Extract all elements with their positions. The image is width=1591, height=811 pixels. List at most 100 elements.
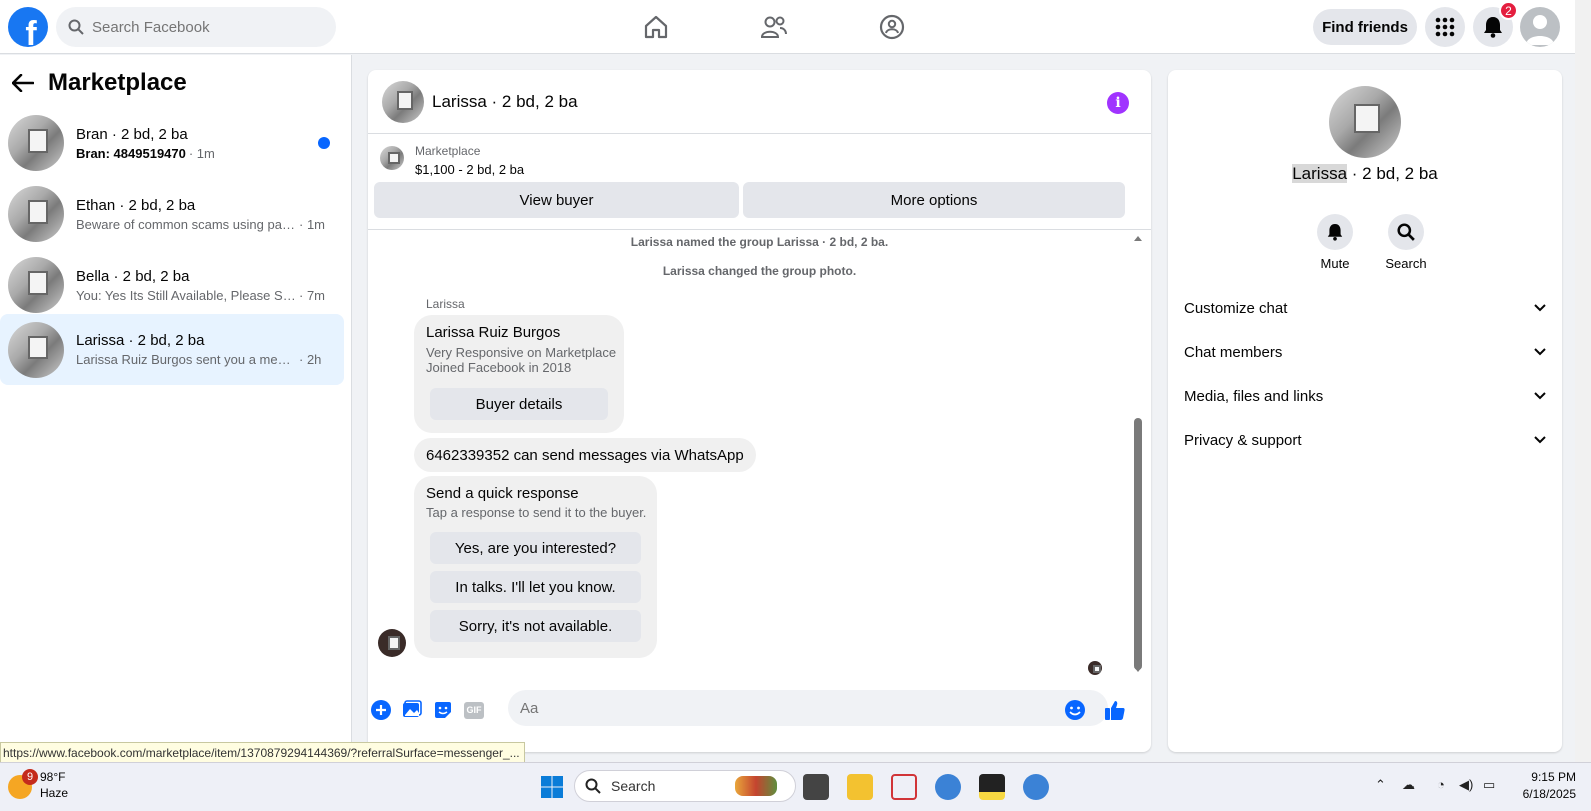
seen-avatar: [1088, 661, 1102, 675]
info-icon[interactable]: i: [1107, 92, 1129, 114]
mute-action[interactable]: Mute: [1305, 214, 1365, 271]
wifi-icon[interactable]: ◔: [1437, 777, 1445, 792]
chevron-down-icon: [1534, 436, 1546, 444]
unread-dot: [318, 137, 330, 149]
message-composer: GIF: [368, 682, 1151, 734]
section-privacy-support[interactable]: Privacy & support: [1184, 420, 1546, 460]
clock-date: 6/18/2025: [1522, 787, 1576, 801]
snipping-tool-icon[interactable]: [891, 774, 917, 800]
chevron-down-icon: [1534, 348, 1546, 356]
weather-widget[interactable]: 9 98°F Haze: [8, 769, 68, 801]
chat-details-panel: Larissa · 2 bd, 2 ba Mute Search Customi…: [1168, 70, 1562, 752]
home-icon[interactable]: [641, 12, 671, 42]
thumbs-up-icon[interactable]: [1104, 699, 1126, 721]
clock-time: 9:15 PM: [1531, 770, 1576, 784]
listing-thumbnail: [8, 257, 64, 313]
weather-temp: 98°F: [40, 770, 66, 784]
search-box[interactable]: [56, 7, 336, 47]
search-icon: [1397, 223, 1415, 241]
conversation-preview: Bran: 4849519470: [76, 145, 186, 161]
friends-icon[interactable]: [759, 12, 789, 42]
message-bubble: 6462339352 can send messages via WhatsAp…: [414, 438, 756, 472]
gif-label: GIF: [464, 701, 484, 719]
sticky-notes-icon[interactable]: [979, 774, 1005, 800]
chevron-down-icon: [1534, 392, 1546, 400]
chat-avatar[interactable]: [382, 80, 424, 123]
scroll-up-icon[interactable]: [1133, 234, 1143, 242]
bell-icon: [1327, 224, 1343, 241]
bell-icon: [1484, 17, 1502, 38]
section-customize-chat[interactable]: Customize chat: [1184, 288, 1546, 328]
listing-banner: Marketplace $1,100 - 2 bd, 2 ba View buy…: [368, 134, 1151, 230]
section-media-files-links[interactable]: Media, files and links: [1184, 376, 1546, 416]
section-label: Privacy & support: [1184, 431, 1302, 449]
weather-icon: 9: [8, 769, 38, 799]
top-navigation-bar: f Find friends 2: [0, 0, 1575, 54]
system-clock[interactable]: 9:15 PM 6/18/2025: [1510, 769, 1576, 803]
chrome-profile-icon[interactable]: [1023, 774, 1049, 800]
volume-icon[interactable]: ◀): [1459, 777, 1473, 793]
listing-thumbnail: [8, 186, 64, 242]
profile-card-bubble: Larissa Ruiz Burgos Very Responsive on M…: [414, 315, 624, 433]
conversation-item[interactable]: Bran · 2 bd, 2 ba Bran: 4849519470 · 1m: [0, 108, 344, 178]
message-input[interactable]: [520, 699, 1040, 717]
gif-icon[interactable]: GIF: [463, 699, 485, 721]
conversation-title: Bella · 2 bd, 2 ba: [76, 267, 190, 285]
quick-reply-in-talks[interactable]: In talks. I'll let you know.: [430, 571, 641, 603]
windows-start-icon[interactable]: [540, 775, 564, 799]
cloud-off-icon[interactable]: ☁: [1402, 777, 1415, 793]
facebook-logo[interactable]: f: [8, 7, 48, 47]
scroll-thumb[interactable]: [1134, 418, 1142, 670]
groups-icon[interactable]: [877, 12, 907, 42]
quick-response-title: Send a quick response: [426, 485, 579, 502]
listing-thumbnail: [8, 115, 64, 171]
file-explorer-icon[interactable]: [847, 774, 873, 800]
grid-menu-icon: [1435, 17, 1455, 37]
find-friends-button[interactable]: Find friends: [1313, 9, 1417, 45]
section-chat-members[interactable]: Chat members: [1184, 332, 1546, 372]
chevron-up-icon[interactable]: ⌃: [1375, 777, 1386, 793]
sticker-icon[interactable]: [432, 699, 454, 721]
conversation-time: · 2h: [299, 352, 322, 367]
battery-icon[interactable]: ▭: [1483, 777, 1495, 793]
quick-reply-yes[interactable]: Yes, are you interested?: [430, 532, 641, 564]
listing-thumbnail[interactable]: [380, 146, 404, 170]
message-list: Larissa named the group Larissa · 2 bd, …: [368, 231, 1151, 681]
chat-title[interactable]: Larissa · 2 bd, 2 ba: [432, 92, 578, 112]
group-name-rest: · 2 bd, 2 ba: [1347, 164, 1438, 183]
photo-icon[interactable]: [401, 699, 423, 721]
plus-icon[interactable]: [370, 699, 392, 721]
chat-scrollbar[interactable]: [1133, 236, 1143, 678]
page-scrollbar[interactable]: [1575, 0, 1591, 762]
conversation-item-active[interactable]: Larissa · 2 bd, 2 ba Larissa Ruiz Burgos…: [0, 314, 344, 385]
emoji-icon[interactable]: [1064, 699, 1086, 721]
conversation-item[interactable]: Bella · 2 bd, 2 ba You: Yes Its Still Av…: [0, 250, 344, 320]
conversation-time: · 7m: [299, 287, 325, 303]
message-input-box[interactable]: [508, 690, 1108, 726]
section-label: Chat members: [1184, 343, 1283, 361]
profile-line: Joined Facebook in 2018: [426, 360, 572, 375]
task-view-icon[interactable]: [803, 774, 829, 800]
taskbar-search[interactable]: Search: [574, 770, 796, 802]
menu-button[interactable]: [1425, 7, 1465, 47]
account-avatar[interactable]: [1520, 7, 1560, 47]
quick-reply-sorry[interactable]: Sorry, it's not available.: [430, 610, 641, 642]
chat-header: Larissa · 2 bd, 2 ba i: [368, 70, 1151, 134]
search-input[interactable]: [92, 18, 312, 36]
view-buyer-button[interactable]: View buyer: [374, 182, 739, 218]
group-name-highlight: Larissa: [1292, 164, 1348, 183]
search-highlight-icon: [735, 776, 777, 796]
buyer-details-button[interactable]: Buyer details: [430, 388, 608, 420]
notification-badge: 2: [1499, 1, 1518, 20]
scroll-down-icon[interactable]: [1133, 666, 1143, 674]
search-action[interactable]: Search: [1376, 214, 1436, 271]
conversation-sidebar: Marketplace Bran · 2 bd, 2 ba Bran: 4849…: [0, 55, 352, 762]
notifications-button[interactable]: 2: [1473, 1, 1518, 47]
chrome-profile-icon[interactable]: [935, 774, 961, 800]
listing-title[interactable]: $1,100 - 2 bd, 2 ba: [415, 162, 524, 177]
conversation-item[interactable]: Ethan · 2 bd, 2 ba Beware of common scam…: [0, 179, 344, 249]
conversation-preview: You: Yes Its Still Available, Please Sen…: [76, 287, 296, 303]
back-arrow-icon[interactable]: [12, 74, 34, 92]
more-options-button[interactable]: More options: [743, 182, 1125, 218]
group-avatar[interactable]: [1329, 86, 1401, 158]
